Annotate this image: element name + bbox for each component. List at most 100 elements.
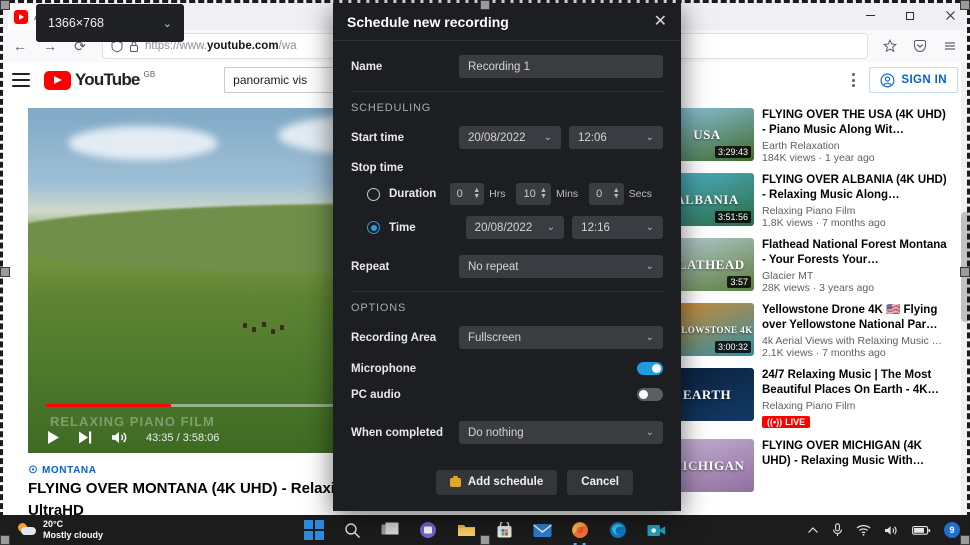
repeat-value: No repeat	[468, 260, 519, 273]
duration-minutes-value: 10	[523, 188, 536, 200]
duration-seconds-stepper[interactable]: 0 ▲ ▼	[589, 183, 624, 205]
youtube-play-icon	[44, 70, 71, 90]
weather-widget[interactable]: 20°C Mostly cloudy	[0, 519, 103, 541]
guide-menu-icon[interactable]	[12, 73, 30, 87]
duration-hours-stepper[interactable]: 0 ▲ ▼	[449, 183, 485, 205]
resize-handle[interactable]	[480, 0, 490, 10]
resize-handle[interactable]	[960, 535, 970, 545]
start-clock-select[interactable]: 12:06 ⌄	[569, 126, 663, 149]
animal-dot	[271, 329, 275, 334]
video-title[interactable]: 24/7 Relaxing Music | The Most Beautiful…	[762, 368, 952, 397]
list-item[interactable]: MICHIGAN FLYING OVER MICHIGAN (4K UHD) - …	[660, 439, 952, 492]
edge-icon[interactable]	[607, 519, 629, 541]
video-title[interactable]: Yellowstone Drone 4K 🇺🇸 Flying over Yell…	[762, 303, 952, 332]
name-input[interactable]: Recording 1	[459, 55, 663, 78]
wifi-icon[interactable]	[856, 524, 871, 536]
channel-name[interactable]: Relaxing Piano Film	[762, 205, 952, 217]
video-title[interactable]: Flathead National Forest Montana - Your …	[762, 238, 952, 267]
battery-icon[interactable]	[912, 525, 931, 536]
channel-name[interactable]: Glacier MT	[762, 270, 952, 282]
video-title[interactable]: FLYING OVER MICHIGAN (4K UHD) - Relaxing…	[762, 439, 952, 468]
list-item[interactable]: FLATHEAD 3:57 Flathead National Forest Mon…	[660, 238, 952, 294]
stop-clock-value: 12:16	[581, 221, 610, 234]
video-stats: 184K views · 1 year ago	[762, 152, 875, 164]
camera-icon[interactable]	[645, 519, 667, 541]
next-video-icon[interactable]	[78, 430, 93, 445]
stepper-arrows-icon[interactable]: ▲ ▼	[613, 187, 620, 200]
youtube-logo[interactable]: YouTube GB	[44, 70, 155, 90]
teams-icon[interactable]	[417, 519, 439, 541]
start-date-select[interactable]: 20/08/2022 ⌄	[459, 126, 561, 149]
search-icon[interactable]	[341, 519, 363, 541]
window-controls	[850, 0, 970, 30]
resize-handle[interactable]	[960, 0, 970, 10]
menu-icon[interactable]	[936, 33, 964, 59]
stop-date-select[interactable]: 20/08/2022 ⌄	[465, 216, 565, 239]
duration-option-row[interactable]: Duration 0 ▲ ▼ Hrs 10 ▲ ▼ Mins 0 ▲ ▼ Secs	[351, 183, 663, 205]
youtube-favicon	[14, 10, 28, 24]
repeat-select[interactable]: No repeat ⌄	[459, 255, 663, 278]
resize-handle[interactable]	[480, 535, 490, 545]
list-item[interactable]: EARTH 24/7 Relaxing Music | The Most Beau…	[660, 368, 952, 430]
chevron-down-icon: ⌄	[645, 222, 654, 233]
file-explorer-icon[interactable]	[455, 519, 477, 541]
channel-name[interactable]: Earth Relaxation	[762, 140, 952, 152]
toggle-knob	[652, 364, 661, 373]
channel-name[interactable]: 4k Aerial Views with Relaxing Music …	[762, 335, 952, 347]
live-badge: ((•)) LIVE	[762, 416, 811, 428]
time-radio[interactable]	[367, 221, 380, 234]
video-duration-badge: 3:00:32	[714, 341, 751, 353]
chevron-up-icon[interactable]	[807, 526, 819, 535]
duration-radio[interactable]	[367, 187, 380, 201]
list-item[interactable]: YELLOWSTONE 4K 3:00:32 Yellowstone Drone 4…	[660, 303, 952, 359]
time-option-row[interactable]: Time 20/08/2022 ⌄ 12:16 ⌄	[351, 216, 663, 239]
store-icon[interactable]	[493, 519, 515, 541]
microphone-icon[interactable]	[832, 523, 843, 537]
list-item[interactable]: USA 3:29:43 FLYING OVER THE USA (4K UHD) -…	[660, 108, 952, 164]
notification-badge[interactable]: 9	[944, 522, 960, 538]
bookmark-star-icon[interactable]	[876, 33, 904, 59]
schedule-recording-dialog: Schedule new recording ✕ Name Recording …	[333, 3, 681, 511]
task-view-icon[interactable]	[379, 519, 401, 541]
video-title[interactable]: FLYING OVER THE USA (4K UHD) - Piano Mus…	[762, 108, 952, 137]
maximize-button[interactable]	[890, 0, 930, 30]
start-icon[interactable]	[303, 519, 325, 541]
resize-handle[interactable]	[0, 535, 10, 545]
recording-area-select[interactable]: Fullscreen ⌄	[459, 326, 663, 349]
add-schedule-button[interactable]: Add schedule	[435, 469, 558, 495]
page-scrollbar[interactable]	[961, 62, 970, 515]
chevron-down-icon: ⌄	[162, 17, 172, 30]
mail-icon[interactable]	[531, 519, 553, 541]
close-icon[interactable]: ✕	[654, 13, 667, 30]
weather-description: Mostly cloudy	[43, 530, 104, 540]
start-time-label: Start time	[351, 131, 405, 144]
volume-icon[interactable]	[884, 524, 899, 537]
resolution-tooltip[interactable]: 1366×768 ⌄	[36, 4, 184, 42]
resize-handle[interactable]	[0, 267, 10, 277]
video-title[interactable]: FLYING OVER ALBANIA (4K UHD) - Relaxing …	[762, 173, 952, 202]
recording-area-row: Recording Area Fullscreen ⌄	[351, 326, 663, 349]
pc-audio-toggle[interactable]	[637, 388, 663, 401]
minimize-button[interactable]	[850, 0, 890, 30]
resize-handle[interactable]	[960, 267, 970, 277]
chevron-down-icon: ⌄	[645, 261, 654, 272]
pocket-icon[interactable]	[906, 33, 934, 59]
sign-in-button[interactable]: SIGN IN	[869, 67, 958, 93]
cancel-button[interactable]: Cancel	[567, 469, 633, 495]
stepper-arrows-icon[interactable]: ▲ ▼	[540, 187, 547, 200]
when-completed-select[interactable]: Do nothing ⌄	[459, 421, 663, 444]
resolution-value: 1366×768	[48, 16, 104, 30]
settings-kebab-icon[interactable]	[852, 73, 856, 87]
channel-name[interactable]: Relaxing Piano Film	[762, 400, 952, 412]
resize-handle[interactable]	[0, 0, 10, 10]
chevron-down-icon: ⌄	[645, 132, 654, 143]
stepper-arrows-icon[interactable]: ▲ ▼	[473, 187, 480, 200]
list-item[interactable]: ALBANIA 3:51:56 FLYING OVER ALBANIA (4K UH…	[660, 173, 952, 229]
firefox-icon[interactable]	[569, 519, 591, 545]
volume-icon[interactable]	[111, 430, 128, 445]
back-icon[interactable]: ←	[6, 33, 34, 59]
play-icon[interactable]	[46, 430, 60, 445]
stop-clock-select[interactable]: 12:16 ⌄	[572, 216, 663, 239]
duration-minutes-stepper[interactable]: 10 ▲ ▼	[516, 183, 551, 205]
microphone-toggle[interactable]	[637, 362, 663, 375]
